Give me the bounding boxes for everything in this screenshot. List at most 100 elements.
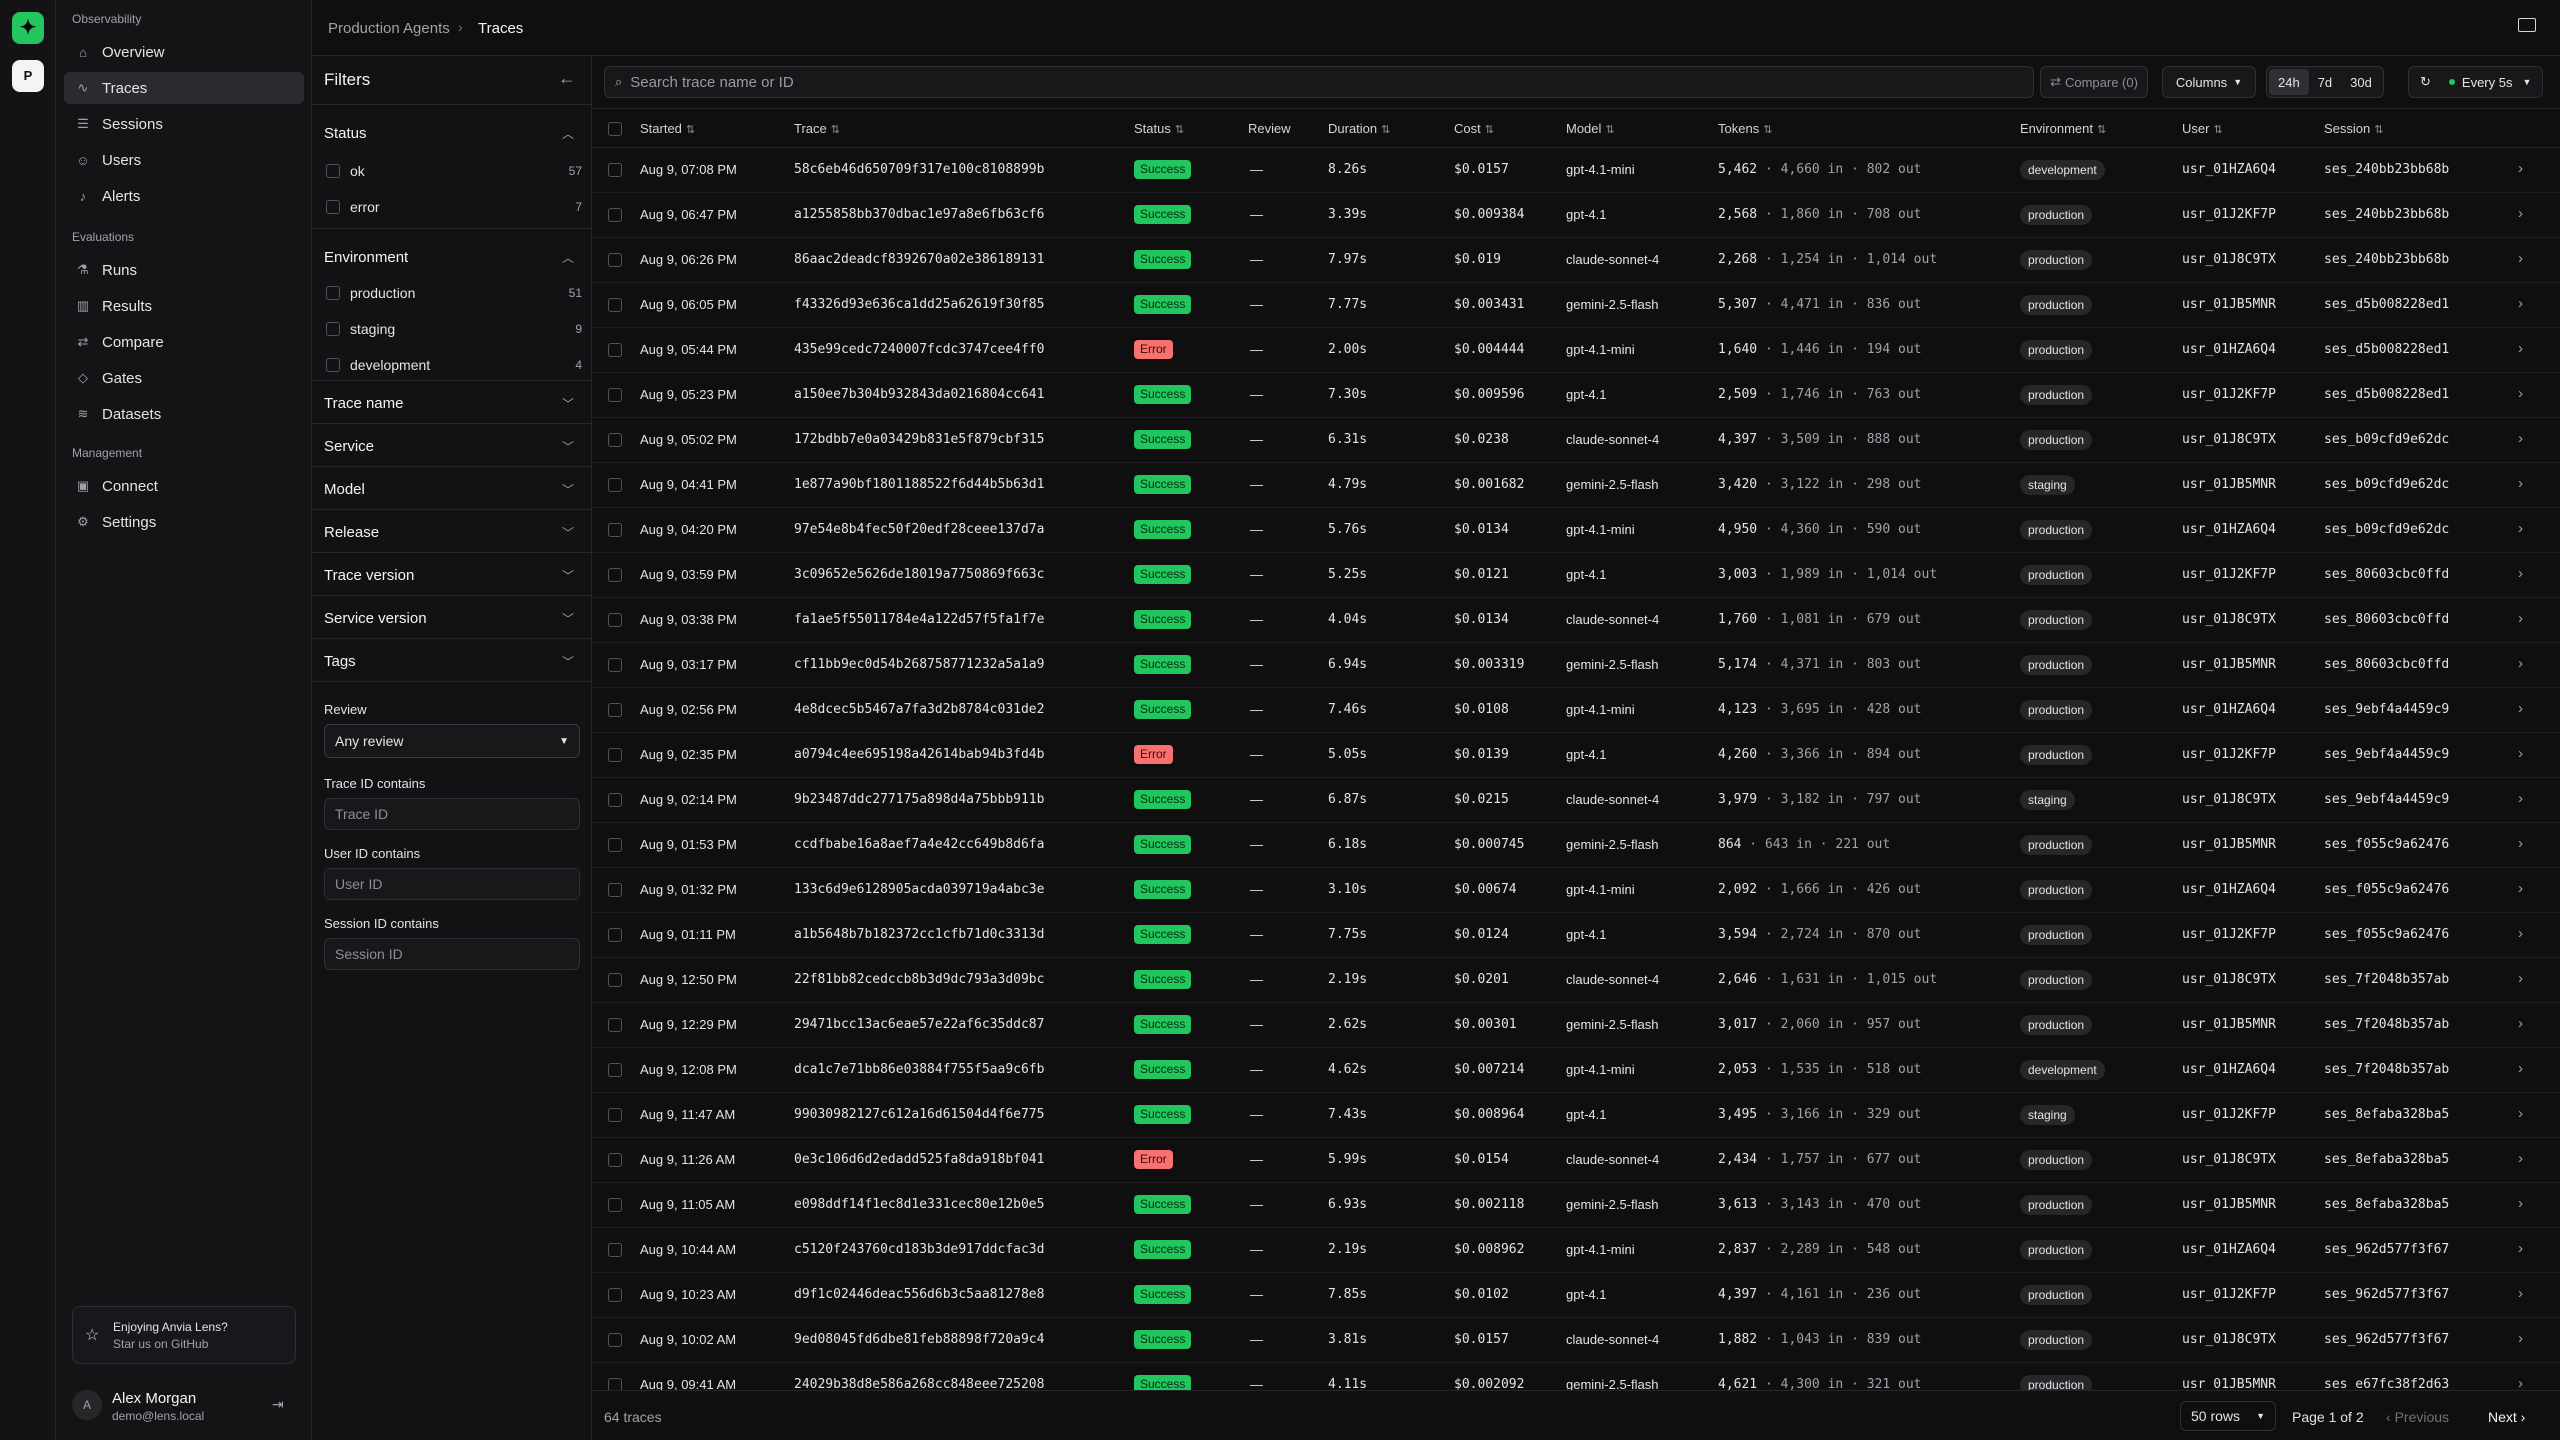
- checkbox[interactable]: [326, 358, 340, 372]
- sidebar-item-settings[interactable]: ⚙ Settings: [64, 506, 304, 538]
- chevron-right-icon[interactable]: ›: [2518, 565, 2523, 582]
- range-30d[interactable]: 30d: [2341, 69, 2381, 95]
- filter-section-service[interactable]: Service ﹀: [312, 423, 592, 466]
- row-checkbox[interactable]: [608, 208, 622, 222]
- chevron-right-icon[interactable]: ›: [2518, 340, 2523, 357]
- row-checkbox[interactable]: [608, 793, 622, 807]
- table-row[interactable]: Aug 9, 10:23 AM d9f1c02446deac556d6b3c5aa…: [592, 1273, 2560, 1318]
- chevron-right-icon[interactable]: ›: [2518, 1015, 2523, 1032]
- filter-section-title[interactable]: Environment: [324, 249, 408, 266]
- chevron-right-icon[interactable]: ›: [2518, 1240, 2523, 1257]
- github-promo-card[interactable]: ☆ Enjoying Anvia Lens? Star us on GitHub: [72, 1306, 296, 1364]
- row-checkbox[interactable]: [608, 478, 622, 492]
- checkbox[interactable]: [326, 200, 340, 214]
- chevron-right-icon[interactable]: ›: [2518, 1060, 2523, 1077]
- row-checkbox[interactable]: [608, 163, 622, 177]
- row-checkbox[interactable]: [608, 343, 622, 357]
- row-checkbox[interactable]: [608, 1243, 622, 1257]
- sidebar-item-alerts[interactable]: ♪ Alerts: [64, 180, 304, 212]
- sidebar-item-traces[interactable]: ∿ Traces: [64, 72, 304, 104]
- filter-section-service-version[interactable]: Service version ﹀: [312, 595, 592, 638]
- chevron-right-icon[interactable]: ›: [2518, 745, 2523, 762]
- row-checkbox[interactable]: [608, 1108, 622, 1122]
- table-row[interactable]: Aug 9, 01:53 PM ccdfbabe16a8aef7a4e42cc64…: [592, 823, 2560, 868]
- table-row[interactable]: Aug 9, 01:32 PM 133c6d9e6128905acda039719…: [592, 868, 2560, 913]
- chevron-right-icon[interactable]: ›: [2518, 970, 2523, 987]
- table-row[interactable]: Aug 9, 04:41 PM 1e877a90bf1801188522f6d44…: [592, 463, 2560, 508]
- chevron-right-icon[interactable]: ›: [2518, 925, 2523, 942]
- chevron-right-icon[interactable]: ›: [2518, 1285, 2523, 1302]
- row-checkbox[interactable]: [608, 748, 622, 762]
- table-row[interactable]: Aug 9, 12:29 PM 29471bcc13ac6eae57e22af6c…: [592, 1003, 2560, 1048]
- filter-section-model[interactable]: Model ﹀: [312, 466, 592, 509]
- filter-section-tags[interactable]: Tags ﹀: [312, 638, 592, 681]
- sidebar-item-results[interactable]: ▥ Results: [64, 290, 304, 322]
- table-row[interactable]: Aug 9, 11:26 AM 0e3c106d6d2edadd525fa8da9…: [592, 1138, 2560, 1183]
- chevron-right-icon[interactable]: ›: [2518, 610, 2523, 627]
- row-checkbox[interactable]: [608, 253, 622, 267]
- row-checkbox[interactable]: [608, 658, 622, 672]
- panel-toggle-icon[interactable]: [2518, 18, 2536, 32]
- trace-id-input[interactable]: [324, 798, 580, 830]
- col-tokens[interactable]: Tokens ⇅: [1718, 121, 1772, 136]
- columns-button[interactable]: Columns ▼: [2162, 66, 2256, 98]
- user-id-input[interactable]: [324, 868, 580, 900]
- table-row[interactable]: Aug 9, 04:20 PM 97e54e8b4fec50f20edf28cee…: [592, 508, 2560, 553]
- chevron-right-icon[interactable]: ›: [2518, 1330, 2523, 1347]
- chevron-up-icon[interactable]: ︿: [562, 249, 574, 266]
- chevron-right-icon[interactable]: ›: [2518, 295, 2523, 312]
- chevron-right-icon[interactable]: ›: [2518, 655, 2523, 672]
- table-row[interactable]: Aug 9, 07:08 PM 58c6eb46d650709f317e100c8…: [592, 148, 2560, 193]
- chevron-right-icon[interactable]: ›: [2518, 1150, 2523, 1167]
- row-checkbox[interactable]: [608, 1288, 622, 1302]
- table-row[interactable]: Aug 9, 02:35 PM a0794c4ee695198a42614bab9…: [592, 733, 2560, 778]
- filter-option-error[interactable]: error 7: [326, 197, 582, 217]
- next-button[interactable]: Next ›: [2488, 1409, 2525, 1425]
- row-checkbox[interactable]: [608, 928, 622, 942]
- table-row[interactable]: Aug 9, 02:14 PM 9b23487ddc277175a898d4a75…: [592, 778, 2560, 823]
- checkbox[interactable]: [326, 164, 340, 178]
- chevron-right-icon[interactable]: ›: [2518, 205, 2523, 222]
- row-checkbox[interactable]: [608, 973, 622, 987]
- col-environment[interactable]: Environment ⇅: [2020, 121, 2106, 136]
- table-row[interactable]: Aug 9, 11:47 AM 99030982127c612a16d61504d…: [592, 1093, 2560, 1138]
- session-id-input[interactable]: [324, 938, 580, 970]
- refresh-icon[interactable]: ↻: [2411, 69, 2440, 95]
- col-session[interactable]: Session ⇅: [2324, 121, 2383, 136]
- chevron-right-icon[interactable]: ›: [2518, 1105, 2523, 1122]
- table-row[interactable]: Aug 9, 06:05 PM f43326d93e636ca1dd25a6261…: [592, 283, 2560, 328]
- row-checkbox[interactable]: [608, 838, 622, 852]
- table-row[interactable]: Aug 9, 05:23 PM a150ee7b304b932843da02168…: [592, 373, 2560, 418]
- row-checkbox[interactable]: [608, 613, 622, 627]
- chevron-right-icon[interactable]: ›: [2518, 790, 2523, 807]
- row-checkbox[interactable]: [608, 703, 622, 717]
- collapse-filters-icon[interactable]: ←: [558, 68, 576, 89]
- search-input[interactable]: [630, 73, 2011, 91]
- chevron-right-icon[interactable]: ›: [2518, 160, 2523, 177]
- sidebar-item-gates[interactable]: ◇ Gates: [64, 362, 304, 394]
- table-row[interactable]: Aug 9, 03:38 PM fa1ae5f55011784e4a122d57f…: [592, 598, 2560, 643]
- sidebar-item-compare[interactable]: ⇄ Compare: [64, 326, 304, 358]
- row-checkbox[interactable]: [608, 883, 622, 897]
- table-row[interactable]: Aug 9, 03:59 PM 3c09652e5626de18019a77508…: [592, 553, 2560, 598]
- logout-icon[interactable]: ⇥: [272, 1396, 284, 1413]
- row-checkbox[interactable]: [608, 1018, 622, 1032]
- filter-option-ok[interactable]: ok 57: [326, 161, 582, 181]
- table-row[interactable]: Aug 9, 10:44 AM c5120f243760cd183b3de917d…: [592, 1228, 2560, 1273]
- chevron-right-icon[interactable]: ›: [2518, 880, 2523, 897]
- breadcrumb-parent[interactable]: Production Agents: [328, 20, 450, 37]
- sidebar-item-connect[interactable]: ▣ Connect: [64, 470, 304, 502]
- table-row[interactable]: Aug 9, 03:17 PM cf11bb9ec0d54b26875877123…: [592, 643, 2560, 688]
- row-checkbox[interactable]: [608, 1198, 622, 1212]
- sidebar-item-runs[interactable]: ⚗ Runs: [64, 254, 304, 286]
- col-user[interactable]: User ⇅: [2182, 121, 2223, 136]
- review-select[interactable]: Any review ▼: [324, 724, 580, 758]
- col-trace[interactable]: Trace ⇅: [794, 121, 840, 136]
- table-row[interactable]: Aug 9, 12:50 PM 22f81bb82cedccb8b3d9dc793…: [592, 958, 2560, 1003]
- table-row[interactable]: Aug 9, 10:02 AM 9ed08045fd6dbe81feb88898f…: [592, 1318, 2560, 1363]
- compare-button[interactable]: ⇄ Compare (0): [2040, 66, 2148, 98]
- chevron-right-icon[interactable]: ›: [2518, 430, 2523, 447]
- chevron-right-icon[interactable]: ›: [2518, 1195, 2523, 1212]
- range-7d[interactable]: 7d: [2309, 69, 2341, 95]
- chevron-right-icon[interactable]: ›: [2518, 835, 2523, 852]
